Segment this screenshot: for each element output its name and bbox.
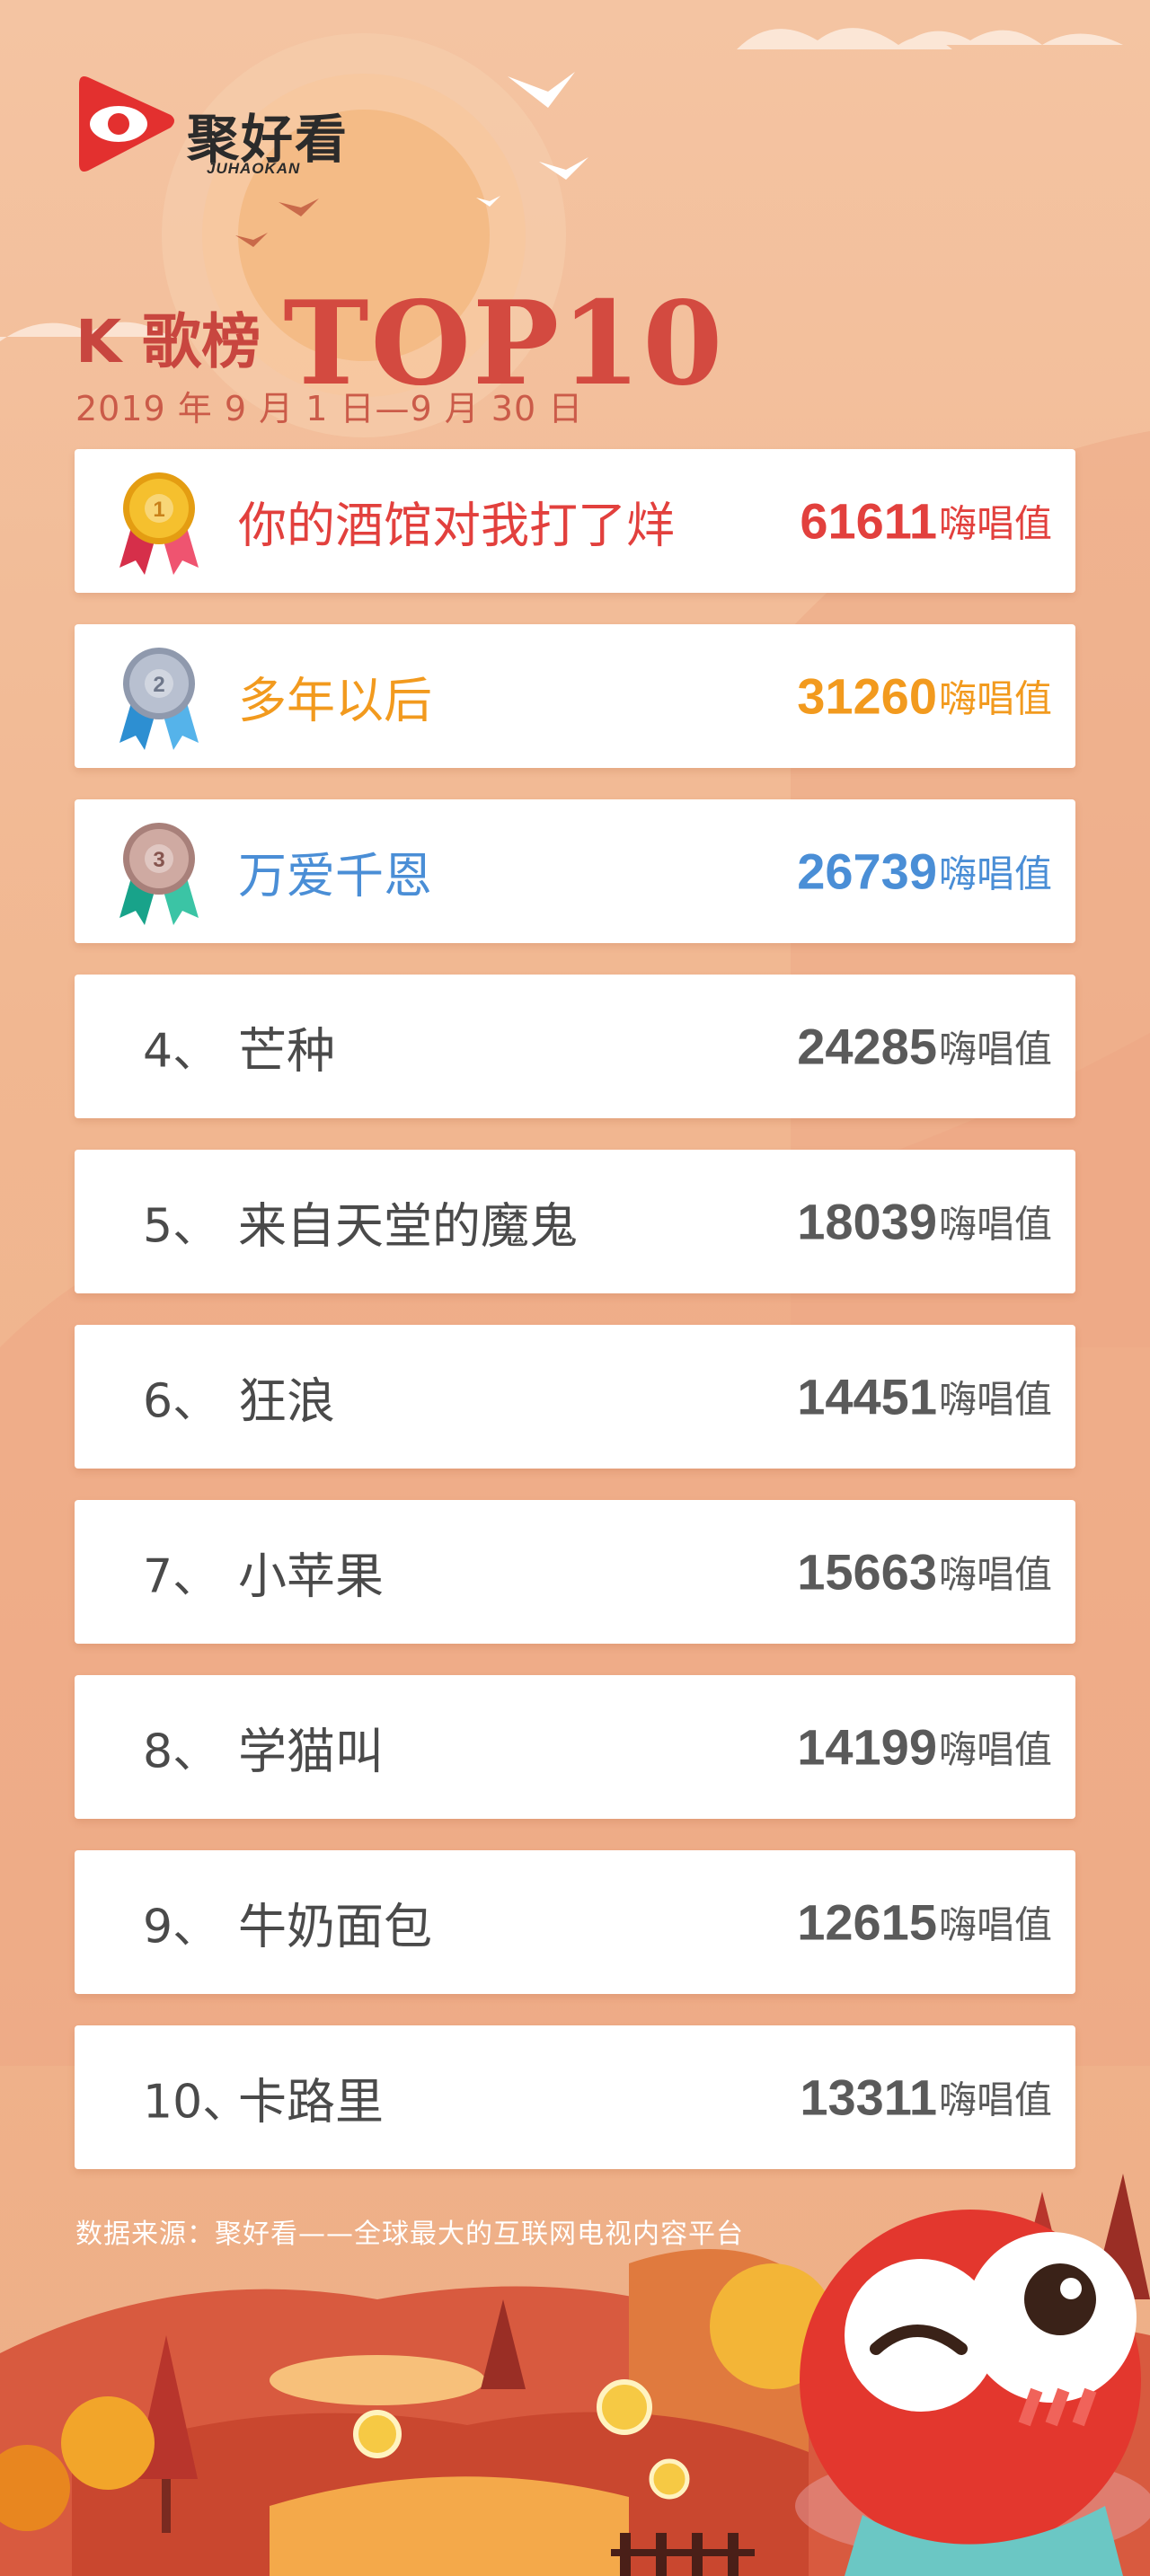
svg-text:1: 1 — [153, 498, 164, 522]
score-value: 14199 — [797, 1718, 937, 1776]
song-title: 学猫叫 — [238, 1723, 384, 1780]
rank-number: 9、 — [143, 1900, 220, 1954]
play-logo-icon — [79, 76, 174, 172]
score: 14451嗨唱值 — [797, 1368, 1052, 1426]
rank-number: 4、 — [143, 1024, 220, 1079]
score: 12615嗨唱值 — [797, 1893, 1052, 1952]
ranking-row: 2 多年以后 31260嗨唱值 — [75, 624, 1075, 768]
ranking-row: 3 万爱千恩 26739嗨唱值 — [75, 799, 1075, 943]
score-unit: 嗨唱值 — [938, 501, 1052, 546]
tree-trunk — [162, 2479, 171, 2533]
score-value: 15663 — [797, 1543, 937, 1601]
ranking-row: 7、 小苹果 15663嗨唱值 — [75, 1500, 1075, 1644]
bird-icon — [508, 72, 575, 108]
rank-number: 10、 — [143, 2075, 250, 2130]
score-value: 26739 — [797, 842, 937, 900]
song-title: 来自天堂的魔鬼 — [238, 1197, 578, 1255]
data-source-note: 数据来源：聚好看——全球最大的互联网电视内容平台 — [75, 2219, 744, 2250]
score-value: 24285 — [797, 1018, 937, 1075]
score: 31260嗨唱值 — [797, 667, 1052, 726]
score-unit: 嗨唱值 — [938, 1027, 1052, 1072]
score-value: 61611 — [800, 492, 937, 550]
ranking-row: 8、 学猫叫 14199嗨唱值 — [75, 1675, 1075, 1819]
coin-icon — [649, 2458, 690, 2500]
ranking-row: 4、 芒种 24285嗨唱值 — [75, 975, 1075, 1118]
score-value: 13311 — [800, 2069, 937, 2126]
song-title: 万爱千恩 — [238, 847, 432, 904]
song-title: 芒种 — [238, 1022, 335, 1080]
score-value: 31260 — [797, 667, 937, 725]
ranking-row: 6、 狂浪 14451嗨唱值 — [75, 1325, 1075, 1469]
score: 26739嗨唱值 — [797, 842, 1052, 901]
gold-medal-icon: 1 — [119, 472, 199, 575]
score-unit: 嗨唱值 — [938, 1377, 1052, 1422]
svg-text:2: 2 — [153, 673, 164, 697]
ranking-row: 10、 卡路里 13311嗨唱值 — [75, 2025, 1075, 2169]
song-title: 你的酒馆对我打了烊 — [238, 497, 675, 554]
silver-medal-icon: 2 — [119, 648, 199, 750]
score-unit: 嗨唱值 — [938, 1727, 1052, 1772]
song-title: 牛奶面包 — [238, 1898, 432, 1955]
rank-number: 6、 — [143, 1374, 220, 1429]
coin-icon — [353, 2410, 402, 2458]
score: 18039嗨唱值 — [797, 1193, 1052, 1251]
score: 13311嗨唱值 — [800, 2069, 1052, 2127]
score: 24285嗨唱值 — [797, 1018, 1052, 1076]
rank-number: 5、 — [143, 1199, 220, 1254]
score: 14199嗨唱值 — [797, 1718, 1052, 1777]
song-title: 小苹果 — [238, 1548, 384, 1605]
score-unit: 嗨唱值 — [938, 2078, 1052, 2122]
date-range: 2019 年 9 月 1 日—9 月 30 日 — [75, 389, 584, 428]
ranking-row: 1 你的酒馆对我打了烊 61611嗨唱值 — [75, 449, 1075, 593]
score: 61611嗨唱值 — [800, 492, 1052, 551]
bronze-medal-icon: 3 — [119, 823, 199, 925]
score-unit: 嗨唱值 — [938, 1202, 1052, 1247]
ranking-row: 9、 牛奶面包 12615嗨唱值 — [75, 1850, 1075, 1994]
song-title: 狂浪 — [238, 1372, 335, 1430]
poster: 聚好看 JUHAOKAN K 歌榜 TOP10 2019 年 9 月 1 日—9… — [0, 0, 1150, 2576]
score-unit: 嗨唱值 — [938, 851, 1052, 896]
song-title: 卡路里 — [238, 2073, 384, 2130]
score-value: 14451 — [797, 1368, 937, 1425]
brand-subtitle: JUHAOKAN — [207, 160, 301, 177]
score: 15663嗨唱值 — [797, 1543, 1052, 1601]
title-k-label: K 歌榜 — [75, 307, 261, 376]
rank-number: 7、 — [143, 1549, 220, 1604]
ranking-row: 5、 来自天堂的魔鬼 18039嗨唱值 — [75, 1150, 1075, 1293]
brand-logo: 聚好看 JUHAOKAN — [72, 70, 395, 187]
rank-number: 8、 — [143, 1725, 220, 1779]
mascot — [795, 2210, 1150, 2576]
song-title: 多年以后 — [238, 672, 432, 729]
tree-shape — [61, 2396, 155, 2490]
score-unit: 嗨唱值 — [938, 1552, 1052, 1597]
score-value: 18039 — [797, 1193, 937, 1250]
score-value: 12615 — [797, 1893, 937, 1951]
svg-text:3: 3 — [153, 848, 164, 872]
score-unit: 嗨唱值 — [938, 676, 1052, 721]
score-unit: 嗨唱值 — [938, 1902, 1052, 1947]
coin-icon — [597, 2379, 652, 2435]
leaf-pile — [270, 2355, 485, 2405]
